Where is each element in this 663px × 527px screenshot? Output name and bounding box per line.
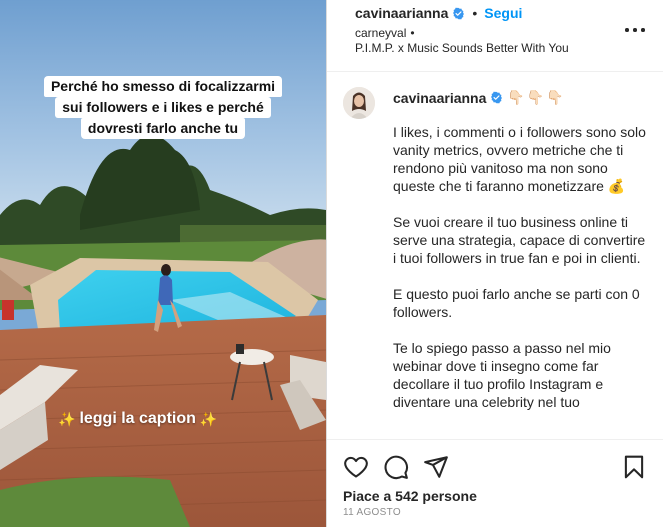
heart-icon[interactable] [343, 454, 369, 480]
overlay-caption: Perché ho smesso di focalizzarmi sui fol… [0, 76, 326, 139]
likes-count[interactable]: Piace a 542 persone [343, 488, 477, 504]
sparkle-icon: ✨ [58, 410, 76, 427]
more-options-icon[interactable] [625, 22, 645, 38]
location-link[interactable]: carneyval [355, 26, 406, 40]
location-separator: • [410, 26, 415, 40]
post-date[interactable]: 11 AGOSTO [343, 507, 401, 518]
avatar-image-icon [343, 87, 375, 119]
post-header-row: cavinaarianna • Segui [355, 5, 522, 21]
avatar[interactable] [343, 87, 375, 119]
caption-paragraph: E questo puoi farlo anche se parti con 0… [393, 286, 644, 320]
bookmark-icon[interactable] [621, 454, 647, 480]
location-row: carneyval • [355, 26, 415, 40]
post-actions: Piace a 542 persone 11 AGOSTO [327, 439, 663, 527]
follow-button[interactable]: Segui [484, 5, 522, 21]
read-caption-text: leggi la caption [79, 410, 196, 427]
verified-badge-icon [453, 7, 465, 19]
post-header: cavinaarianna • Segui carneyval • P.I.M.… [327, 0, 663, 72]
overlay-caption-line: sui followers e i likes e perché [55, 97, 271, 118]
share-icon[interactable] [423, 454, 449, 480]
post-side-panel: cavinaarianna • Segui carneyval • P.I.M.… [326, 0, 663, 527]
read-caption-sticker: ✨ leggi la caption ✨ [58, 407, 258, 431]
pointing-down-emoji: 👇🏻👇🏻👇🏻 [507, 89, 566, 105]
caption-paragraph: Se vuoi creare il tuo business online ti… [393, 214, 650, 266]
verified-badge-icon [491, 91, 503, 104]
caption-paragraph: I likes, i commenti o i followers sono s… [393, 124, 650, 194]
overlay-caption-line: Perché ho smesso di focalizzarmi [43, 76, 283, 97]
audio-link[interactable]: P.I.M.P. x Music Sounds Better With You [355, 41, 569, 55]
author-username[interactable]: cavinaarianna [355, 5, 448, 21]
header-separator: • [472, 5, 478, 21]
overlay-caption-line: dovresti farlo anche tu [80, 118, 246, 139]
sparkle-icon: ✨ [199, 410, 218, 427]
caption-text: I likes, i commenti o i followers sono s… [393, 123, 649, 429]
caption-username[interactable]: cavinaarianna [393, 90, 486, 106]
comment-icon[interactable] [383, 454, 409, 480]
caption-paragraph: Te lo spiego passo a passo nel mio webin… [393, 340, 615, 410]
caption-area[interactable]: cavinaarianna 👇🏻👇🏻👇🏻 I likes, i commenti… [327, 73, 663, 439]
post-media[interactable]: Perché ho smesso di focalizzarmi sui fol… [0, 0, 326, 527]
caption-header: cavinaarianna 👇🏻👇🏻👇🏻 [393, 89, 566, 106]
